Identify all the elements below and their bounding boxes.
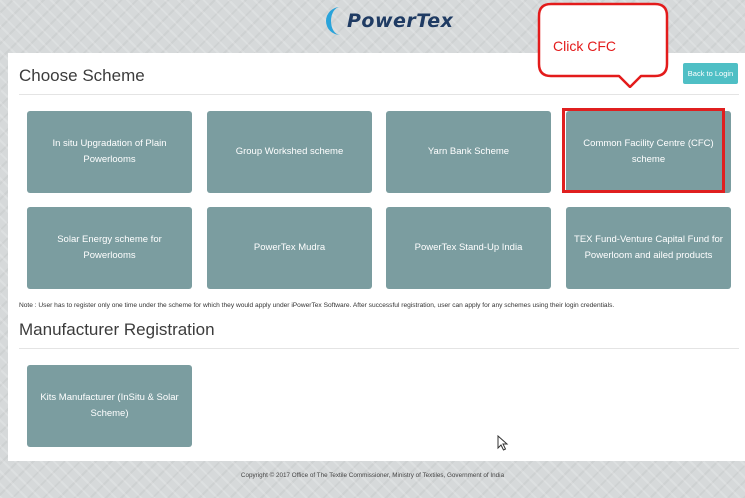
manufacturer-divider	[19, 348, 739, 349]
mouse-pointer-icon	[497, 434, 509, 455]
choose-scheme-title: Choose Scheme	[19, 66, 145, 85]
scheme-tile-tex-fund[interactable]: TEX Fund-Venture Capital Fund for Powerl…	[566, 207, 731, 289]
scheme-tile-powertex-mudra[interactable]: PowerTex Mudra	[207, 207, 372, 289]
registration-note: Note : User has to register only one tim…	[19, 302, 615, 309]
back-to-login-button[interactable]: Back to Login	[683, 63, 738, 84]
cfc-highlight-box	[562, 108, 725, 193]
scheme-tile-stand-up-india[interactable]: PowerTex Stand-Up India	[386, 207, 551, 289]
logo-mark-icon	[326, 7, 343, 35]
manufacturer-registration-title: Manufacturer Registration	[19, 320, 215, 339]
scheme-tile-insitu-upgradation[interactable]: In situ Upgradation of Plain Powerlooms	[27, 111, 192, 193]
scheme-tile-solar-energy[interactable]: Solar Energy scheme for Powerlooms	[27, 207, 192, 289]
powertex-logo[interactable]: PowerTex	[326, 6, 453, 36]
tile-kits-manufacturer[interactable]: Kits Manufacturer (InSitu & Solar Scheme…	[27, 365, 192, 447]
scheme-tile-group-workshed[interactable]: Group Workshed scheme	[207, 111, 372, 193]
logo-text: PowerTex	[347, 10, 454, 32]
scheme-divider	[19, 94, 739, 95]
click-cfc-callout: Click CFC	[537, 2, 669, 88]
copyright-footer: Copyright © 2017 Office of The Textile C…	[240, 472, 505, 479]
scheme-tile-yarn-bank[interactable]: Yarn Bank Scheme	[386, 111, 551, 193]
callout-text: Click CFC	[553, 38, 616, 54]
